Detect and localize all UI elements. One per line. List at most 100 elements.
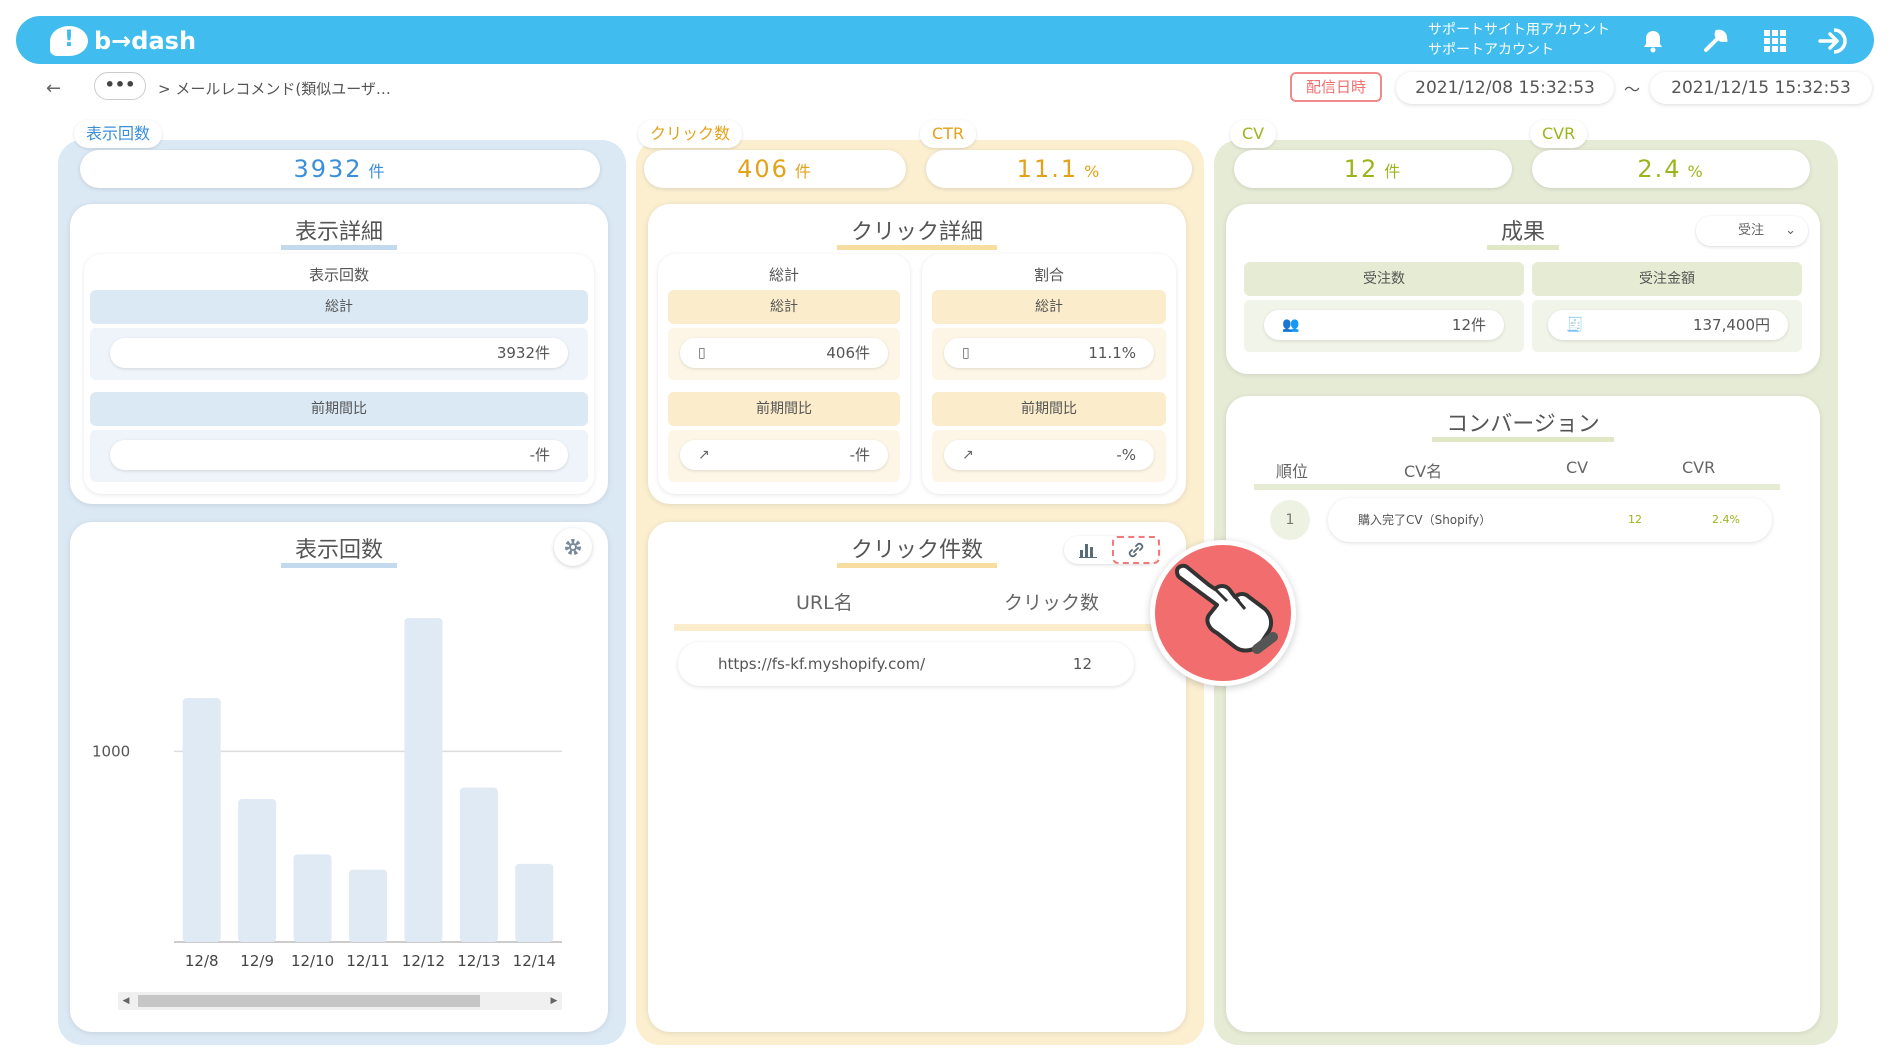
click-table-divider <box>674 624 1160 631</box>
x-tick-label: 12/12 <box>402 952 445 970</box>
impressions-sub-card: 表示回数 総計 3932件 前期間比 -件 <box>84 254 594 494</box>
date-to-field[interactable]: 2021/12/15 15:32:53 <box>1650 72 1872 104</box>
click-device-icon: ▯ <box>698 345 706 361</box>
bar-12/8[interactable] <box>182 698 221 942</box>
bar-12/13[interactable] <box>459 787 498 942</box>
impressions-detail-card: 表示詳細 表示回数 総計 3932件 前期間比 -件 <box>70 204 608 504</box>
account-name: サポートサイト用アカウント <box>1428 22 1610 38</box>
impressions-kpi-unit: 件 <box>368 162 387 181</box>
clicks-total-pill: ▯ 406件 <box>680 338 888 368</box>
link-list-view-button[interactable] <box>1112 536 1160 564</box>
ratio-device-icon: ▯ <box>962 345 970 361</box>
clicks-total-sub-card: 総計 総計 ▯ 406件 前期間比 ↗ -件 <box>658 254 910 494</box>
y-tick-label: 1000 <box>92 742 130 760</box>
orders-pill: 👥 12件 <box>1264 310 1504 340</box>
impressions-tag: 表示回数 <box>74 120 163 148</box>
ratio-prev-label: 前期間比 <box>932 392 1166 426</box>
cv-column-header: CV <box>1566 458 1589 477</box>
bell-icon[interactable] <box>1638 26 1668 56</box>
conversion-title: コンバージョン <box>1226 406 1820 442</box>
row-cv: 12 <box>1628 513 1642 526</box>
cvr-column-header: CVR <box>1682 458 1716 477</box>
impressions-total-value: 3932件 <box>496 344 550 362</box>
bar-12/11[interactable] <box>349 869 387 942</box>
view-toggle[interactable] <box>1064 536 1160 564</box>
app-header: b→dash サポートサイト用アカウント サポートアカウント <box>16 16 1874 64</box>
x-tick-label: 12/8 <box>185 952 219 970</box>
account-user: サポートアカウント <box>1428 42 1554 58</box>
grid-menu-icon[interactable] <box>1760 26 1790 56</box>
chart-scrollbar[interactable]: ◀ ▶ <box>118 992 562 1010</box>
bar-chart-view-button[interactable] <box>1064 536 1112 564</box>
bar-12/12[interactable] <box>404 618 443 942</box>
ctr-kpi-value: 11.1 <box>1016 155 1079 183</box>
results-card: 成果 受注 ⌄ 受注数 👥 12件 受注金額 🧾 137,400円 <box>1226 204 1820 374</box>
bar-12/9[interactable] <box>238 799 277 942</box>
row-cvr: 2.4% <box>1712 513 1740 526</box>
breadcrumb[interactable]: > メールレコメンド(類似ユーザ… <box>158 78 391 99</box>
impressions-total-label: 総計 <box>90 290 588 324</box>
rank-badge: 1 <box>1270 500 1310 540</box>
chevron-down-icon: ⌄ <box>1785 223 1796 238</box>
impressions-detail-title: 表示詳細 <box>70 214 608 250</box>
clicks-kpi-value: 406 <box>737 155 789 183</box>
breadcrumb-more-button[interactable]: ••• <box>94 72 146 100</box>
x-tick-label: 12/9 <box>240 952 274 970</box>
ratio-total-pill: ▯ 11.1% <box>944 338 1154 368</box>
ratio-total-label: 総計 <box>932 290 1166 324</box>
impressions-kpi-value: 3932 <box>293 155 363 183</box>
bar-chart-icon <box>1079 544 1097 558</box>
back-arrow-icon[interactable]: ← <box>46 78 61 99</box>
pointing-hand-icon <box>1175 563 1278 654</box>
ratio-prev-pill: ↗ -% <box>944 440 1154 470</box>
amount-label: 受注金額 <box>1532 262 1802 296</box>
cvr-kpi-unit: % <box>1687 162 1705 181</box>
cvr-kpi: 2.4% <box>1532 150 1810 188</box>
cv-kpi-value: 12 <box>1343 155 1379 183</box>
bar-12/10[interactable] <box>293 854 332 942</box>
results-type-value: 受注 <box>1738 223 1765 238</box>
wrench-icon[interactable] <box>1700 26 1730 56</box>
clicks-prev-value: -件 <box>849 446 870 464</box>
impressions-kpi: 3932 件 <box>80 150 600 188</box>
click-column-header: クリック数 <box>1004 592 1100 614</box>
bar-12/14[interactable] <box>515 863 554 942</box>
conversion-table-divider <box>1254 484 1780 490</box>
scroll-left-icon[interactable]: ◀ <box>118 992 134 1010</box>
ratio-prev-value: -% <box>1116 446 1136 464</box>
date-from-field[interactable]: 2021/12/08 15:32:53 <box>1396 72 1614 104</box>
scroll-thumb[interactable] <box>138 995 480 1007</box>
clicks-total-value: 406件 <box>826 344 870 362</box>
conversion-card: コンバージョン 順位 CV名 CV CVR 1 購入完了CV（Shopify） … <box>1226 396 1820 1032</box>
url-column-header: URL名 <box>796 592 853 614</box>
users-icon: 👥 <box>1282 317 1300 333</box>
results-type-select[interactable]: 受注 ⌄ <box>1696 216 1808 246</box>
cvr-tag: CVR <box>1530 120 1588 148</box>
date-label-badge: 配信日時 <box>1290 72 1382 102</box>
click-count-card: クリック件数 URL名 クリック数 https://fs-kf.myshopif… <box>648 522 1186 1032</box>
amount-pill: 🧾 137,400円 <box>1548 310 1788 340</box>
link-icon <box>1128 542 1144 558</box>
cvr-kpi-value: 2.4 <box>1637 155 1682 183</box>
scroll-right-icon[interactable]: ▶ <box>546 992 562 1010</box>
ratio-total-value: 11.1% <box>1088 344 1136 362</box>
amount-value: 137,400円 <box>1692 316 1770 334</box>
ctr-kpi-unit: % <box>1084 162 1102 181</box>
table-row[interactable]: 購入完了CV（Shopify） 12 2.4% <box>1328 498 1772 542</box>
account-info[interactable]: サポートサイト用アカウント サポートアカウント <box>1428 20 1610 60</box>
table-row[interactable]: https://fs-kf.myshopify.com/ 12 <box>678 642 1134 686</box>
x-tick-label: 12/10 <box>291 952 334 970</box>
clicks-tag: クリック数 <box>638 120 743 148</box>
brand-logo[interactable]: b→dash <box>50 26 196 56</box>
invoice-icon: 🧾 <box>1566 317 1584 333</box>
row-url[interactable]: https://fs-kf.myshopify.com/ <box>718 642 925 686</box>
logout-icon[interactable] <box>1816 26 1852 56</box>
clicks-prev-label: 前期間比 <box>668 392 900 426</box>
clicks-ratio-sub-card: 割合 総計 ▯ 11.1% 前期間比 ↗ -% <box>922 254 1176 494</box>
cv-kpi-unit: 件 <box>1384 162 1403 181</box>
clicks-kpi-unit: 件 <box>794 162 813 181</box>
impressions-bar-chart: 1000 12/8 12/9 12/10 12/11 12/12 12/13 12/14 <box>92 618 562 970</box>
ctr-kpi: 11.1% <box>926 150 1192 188</box>
brand-name: b→dash <box>94 27 197 55</box>
cvname-column-header: CV名 <box>1404 462 1443 481</box>
